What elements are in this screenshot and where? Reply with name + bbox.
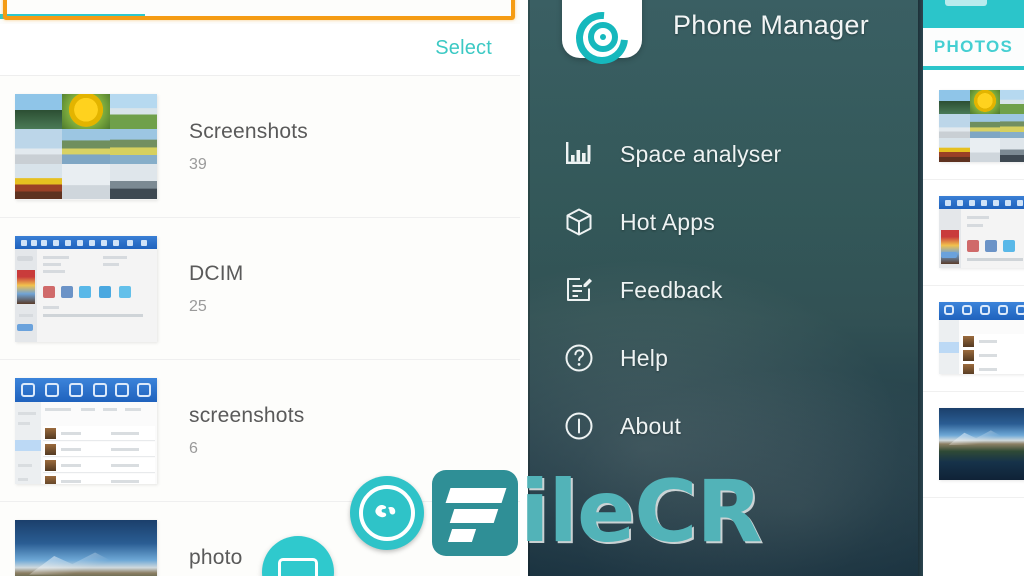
windows-screenshot-thumbnail [15,235,157,342]
mountain-lake-photo-thumbnail [15,519,157,576]
filecr-f-mark [432,470,518,556]
windows-screenshot-thumbnail [939,196,1024,268]
folder-meta: screenshots 6 [189,404,304,458]
folder-meta: DCIM 25 [189,262,243,316]
file-list-screenshot-thumbnail [15,377,157,484]
list-item[interactable]: Screenshots 39 [0,76,520,218]
tab-photos[interactable]: PHOTOS [923,37,1024,57]
tab-indicator [923,66,1024,70]
folder-count: 6 [189,439,198,457]
photo-collage-thumbnail [939,90,1024,162]
folder-name: DCIM [189,261,244,285]
app-title: Phone Manager [673,10,870,40]
list-item[interactable] [923,286,1024,392]
highlight-box [3,0,515,20]
folder-meta: photo 398 [189,546,243,576]
select-toolbar: Select [0,24,520,76]
status-bar [923,0,1024,28]
bar-chart-icon [560,135,598,173]
menu-item-space-analyser[interactable]: Space analyser [528,120,918,188]
filecr-watermark: ileCR [350,462,763,563]
folder-name: photo [189,545,243,569]
mountain-lake-photo-thumbnail [939,408,1024,480]
folder-count: 25 [189,297,207,315]
menu-item-feedback[interactable]: Feedback [528,256,918,324]
folder-thumbnail [15,519,157,576]
cube-icon [560,203,598,241]
drawer-header: Phone Manager [528,0,918,96]
menu-item-hot-apps[interactable]: Hot Apps [528,188,918,256]
menu-item-label: Space analyser [620,140,782,167]
camera-icon [278,558,318,576]
list-item[interactable] [923,180,1024,286]
folder-thumbnail [15,377,157,484]
select-button[interactable]: Select [435,37,492,60]
file-list-screenshot-thumbnail [939,302,1024,374]
folder-thumbnail [15,235,157,342]
menu-item-help[interactable]: Help [528,324,918,392]
menu-item-label: Feedback [620,276,723,303]
menu-item-label: Help [620,344,669,371]
folder-count: 39 [189,155,207,173]
photo-collage-thumbnail [15,93,157,200]
folder-name: Screenshots [189,119,308,143]
menu-item-about[interactable]: About [528,392,918,460]
edit-note-icon [560,271,598,309]
photos-panel: PHOTOS [918,0,1024,576]
globe-icon [350,476,424,550]
list-item[interactable] [923,74,1024,180]
screenshot-stage: Select Screenshots 39 DCIM 25 screenshot… [0,0,1024,576]
menu-item-label: About [620,412,682,439]
photos-list [923,74,1024,576]
phone-manager-gear-icon [562,0,642,75]
folder-thumbnail [15,93,157,200]
folder-name: screenshots [189,403,305,427]
question-circle-icon [560,339,598,377]
tab-bar: PHOTOS [923,28,1024,68]
list-item[interactable] [923,392,1024,498]
menu-item-label: Hot Apps [620,208,715,235]
list-item[interactable]: DCIM 25 [0,218,520,360]
status-notch [945,0,987,6]
folder-meta: Screenshots 39 [189,120,308,174]
filecr-wordmark: ileCR [520,462,763,563]
info-circle-icon [560,407,598,445]
drawer-menu: Space analyser Hot Apps Feedback Help Ab… [528,120,918,460]
